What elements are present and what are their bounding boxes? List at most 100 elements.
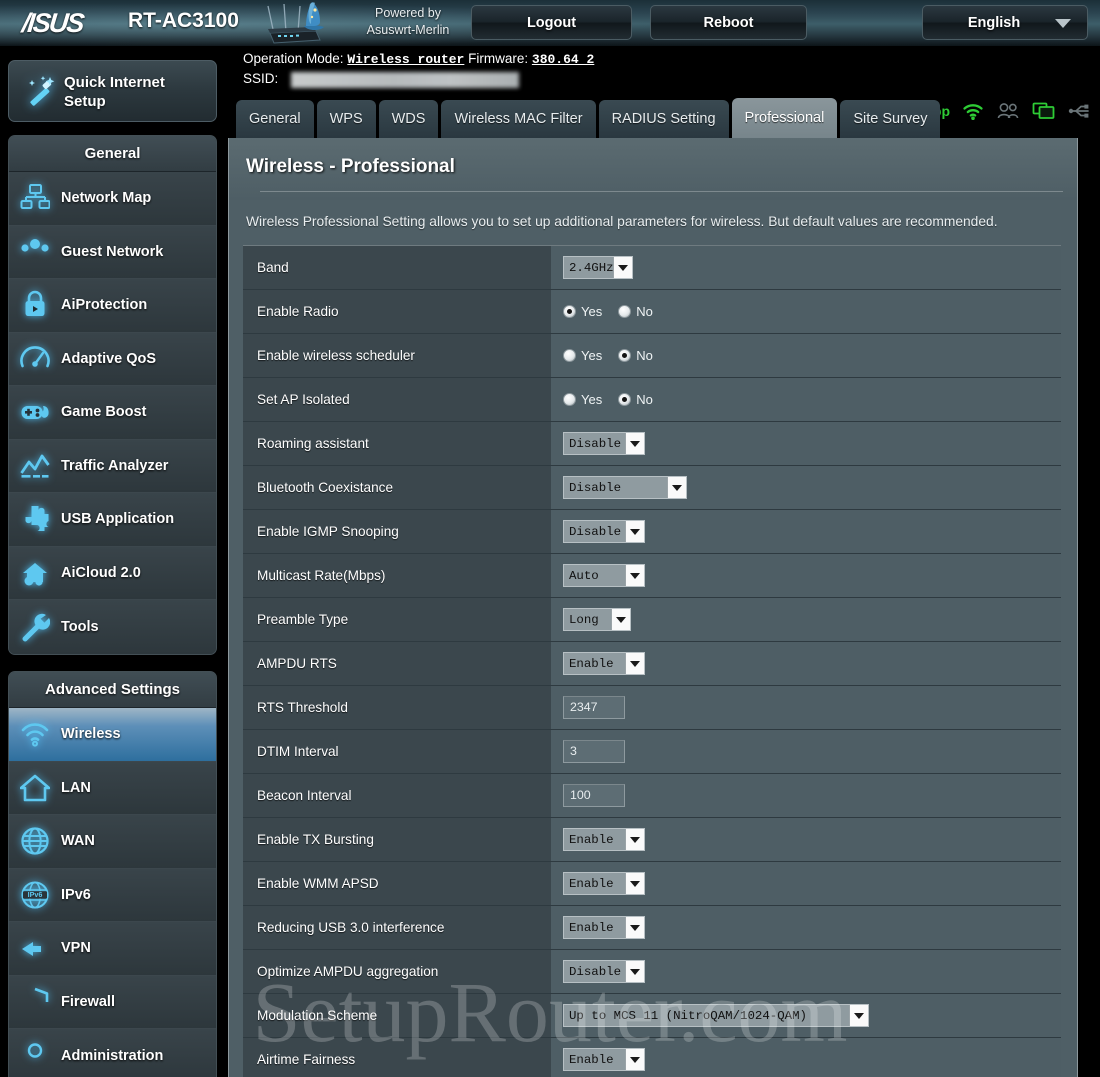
set-ap-isolated-radio-no[interactable]: No (618, 392, 653, 407)
beacon-interval-input[interactable]: 100 (563, 784, 625, 807)
sidebar-item-traffic-analyzer[interactable]: Traffic Analyzer (9, 439, 216, 493)
sidebar-item-guest-network[interactable]: Guest Network (9, 225, 216, 279)
operation-mode-value[interactable]: Wireless router (347, 52, 464, 67)
tab-professional[interactable]: Professional (731, 98, 838, 138)
chevron-down-icon[interactable] (625, 829, 644, 850)
radio-button-no[interactable] (618, 305, 632, 318)
sidebar-item-lan[interactable]: LAN (9, 761, 216, 815)
enable-igmp-snooping-select[interactable]: Disable (563, 520, 645, 543)
optimize-ampdu-aggregation-select[interactable]: Disable (563, 960, 645, 983)
sidebar-item-ipv6[interactable]: IPv6 IPv6 (9, 868, 216, 922)
setting-value-cell: Long (551, 597, 1061, 642)
sidebar-item-vpn[interactable]: VPN (9, 922, 216, 976)
setting-value-cell: 100 (551, 773, 1061, 818)
sidebar-item-label: Administration (61, 1047, 164, 1064)
tab-wireless-mac-filter[interactable]: Wireless MAC Filter (441, 100, 596, 138)
chevron-down-icon[interactable] (625, 653, 644, 674)
chevron-down-icon[interactable] (849, 1005, 868, 1026)
sidebar-item-label: Network Map (61, 190, 152, 207)
shield-icon (9, 987, 61, 1017)
preamble-type-select[interactable]: Long (563, 608, 631, 631)
chevron-down-icon (1055, 19, 1071, 28)
tab-wps[interactable]: WPS (316, 100, 376, 138)
chevron-down-icon[interactable] (625, 433, 644, 454)
chevron-down-icon[interactable] (625, 873, 644, 894)
airtime-fairness-select[interactable]: Enable (563, 1048, 645, 1072)
tab-wds[interactable]: WDS (378, 100, 439, 138)
settings-row: Enable wireless scheduler Yes No (243, 333, 1061, 378)
ipv6-globe-icon: IPv6 (9, 880, 61, 910)
sidebar-item-adaptive-qos[interactable]: Adaptive QoS (9, 332, 216, 386)
roaming-assistant-select[interactable]: Disable (563, 432, 645, 455)
router-model-label: RT-AC3100 (128, 9, 239, 32)
reboot-button[interactable]: Reboot (650, 5, 807, 40)
sidebar-item-label: Firewall (61, 993, 115, 1010)
tab-general[interactable]: General (236, 100, 314, 138)
radio-button-no[interactable] (618, 393, 632, 406)
sidebar-item-wireless[interactable]: Wireless (9, 708, 216, 762)
enable-radio-radio-group: Yes No (563, 304, 1061, 319)
sidebar-item-wan[interactable]: WAN (9, 815, 216, 869)
radio-button-yes[interactable] (563, 305, 576, 318)
enable-tx-bursting-select[interactable]: Enable (563, 828, 645, 851)
sidebar-item-aiprotection[interactable]: AiProtection (9, 279, 216, 333)
chevron-down-icon[interactable] (613, 257, 632, 278)
setting-label: Airtime Fairness (243, 1037, 551, 1077)
settings-row: Set AP Isolated Yes No (243, 377, 1061, 422)
multicast-rate-mbps-select[interactable]: Auto (563, 564, 645, 587)
puzzle-icon (9, 504, 61, 534)
set-ap-isolated-radio-yes[interactable]: Yes (563, 392, 602, 407)
logout-button[interactable]: Logout (471, 5, 632, 40)
chevron-down-icon[interactable] (625, 961, 644, 982)
setting-value-cell: 2347 (551, 685, 1061, 730)
router-wizard-hat-icon (267, 2, 324, 44)
top-banner: /ISUS RT-AC3100 Powered by Asuswrt-Merli… (0, 0, 1100, 46)
sidebar-item-network-map[interactable]: Network Map (9, 172, 216, 226)
settings-row: Optimize AMPDU aggregation Disable (243, 949, 1061, 994)
enable-wireless-scheduler-radio-yes[interactable]: Yes (563, 348, 602, 363)
enable-radio-radio-no[interactable]: No (618, 304, 653, 319)
sidebar-item-usb-application[interactable]: USB Application (9, 493, 216, 547)
bluetooth-coexistance-select[interactable]: Disable (563, 476, 687, 499)
sidebar-item-tools[interactable]: Tools (9, 600, 216, 654)
quick-internet-setup-button[interactable]: Quick Internet Setup (8, 60, 217, 122)
radio-label: Yes (581, 304, 603, 319)
enable-wireless-scheduler-radio-no[interactable]: No (618, 348, 653, 363)
radio-button-no[interactable] (618, 349, 632, 362)
sidebar-item-game-boost[interactable]: Game Boost (9, 386, 216, 440)
chevron-down-icon[interactable] (625, 521, 644, 542)
content-header: Wireless - Professional (229, 138, 1077, 200)
operation-mode-line: Operation Mode: Wireless router Firmware… (243, 51, 594, 67)
setting-label: Enable Radio (243, 289, 551, 334)
sidebar-item-firewall[interactable]: Firewall (9, 975, 216, 1029)
reducing-usb-3-0-interference-select[interactable]: Enable (563, 916, 645, 939)
radio-button-yes[interactable] (563, 349, 576, 362)
firmware-version-value[interactable]: 380.64_2 (532, 52, 594, 67)
guest-network-icon[interactable] (996, 102, 1020, 120)
enable-radio-radio-yes[interactable]: Yes (563, 304, 602, 319)
enable-wmm-apsd-select[interactable]: Enable (563, 872, 645, 895)
usb-icon[interactable] (1068, 103, 1092, 119)
band-select[interactable]: 2.4GHz (563, 256, 633, 279)
dtim-interval-input[interactable]: 3 (563, 740, 625, 763)
radio-button-yes[interactable] (563, 393, 576, 406)
language-selector[interactable]: English (922, 5, 1088, 40)
settings-row: Airtime Fairness Enable (243, 1037, 1061, 1077)
usb-modem-icon[interactable] (1032, 102, 1056, 120)
sidebar-item-label: IPv6 (61, 886, 91, 903)
chevron-down-icon[interactable] (625, 565, 644, 586)
tab-radius-setting[interactable]: RADIUS Setting (598, 100, 729, 138)
sidebar-item-aicloud-2-0[interactable]: AiCloud 2.0 (9, 546, 216, 600)
ampdu-rts-select[interactable]: Enable (563, 652, 645, 675)
modulation-scheme-select[interactable]: Up to MCS 11 (NitroQAM/1024-QAM) (563, 1004, 869, 1027)
rts-threshold-input[interactable]: 2347 (563, 696, 625, 719)
wifi-icon[interactable] (962, 102, 984, 120)
tab-site-survey[interactable]: Site Survey (840, 100, 941, 138)
settings-row: DTIM Interval 3 (243, 729, 1061, 774)
chevron-down-icon[interactable] (611, 609, 630, 630)
sidebar-item-administration[interactable]: Administration (9, 1029, 216, 1077)
chevron-down-icon[interactable] (625, 917, 644, 938)
chevron-down-icon[interactable] (625, 1049, 644, 1071)
radio-label: No (636, 304, 653, 319)
chevron-down-icon[interactable] (667, 477, 686, 498)
